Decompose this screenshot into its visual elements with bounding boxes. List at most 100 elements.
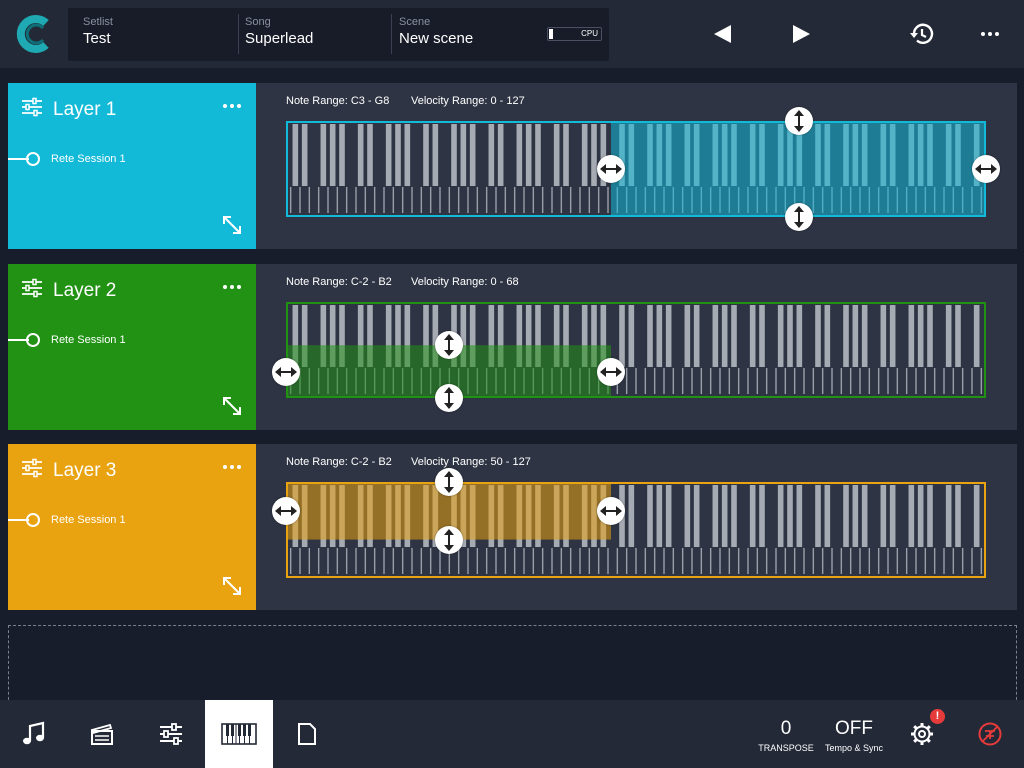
- velocity-high-handle[interactable]: [434, 331, 463, 360]
- add-layer-slot[interactable]: [8, 625, 1017, 705]
- expand-icon[interactable]: [221, 214, 243, 236]
- black-key: [787, 485, 793, 547]
- velocity-range-label: Velocity Range: 0 - 68: [411, 276, 519, 288]
- velocity-high-handle[interactable]: [784, 107, 813, 135]
- previous-icon: [714, 25, 731, 43]
- layer-card[interactable]: Layer 1 Rete Session 1: [8, 83, 256, 249]
- app-logo-icon[interactable]: [16, 14, 54, 54]
- black-key: [497, 124, 504, 186]
- bottom-bar: 0 TRANSPOSE OFF Tempo & Sync: [0, 700, 1024, 768]
- song-value: Superlead: [245, 30, 314, 47]
- black-key: [712, 485, 719, 547]
- black-key: [945, 485, 952, 547]
- cpu-label: CPU: [581, 29, 598, 38]
- panic-button[interactable]: [956, 700, 1024, 768]
- piano-keyboard: [286, 482, 986, 578]
- velocity-high-handle[interactable]: [434, 468, 463, 496]
- black-key: [656, 305, 663, 367]
- note-range-low-handle[interactable]: [597, 155, 625, 183]
- layer-more-icon[interactable]: [220, 97, 244, 115]
- black-key: [628, 485, 635, 547]
- scene-field[interactable]: Scene New scene: [399, 16, 473, 48]
- velocity-low-handle[interactable]: [434, 384, 463, 412]
- horizontal-resize-icon: [275, 505, 297, 516]
- layer-more-icon[interactable]: [220, 458, 244, 476]
- black-key: [759, 305, 765, 367]
- keyboard-range[interactable]: [286, 121, 986, 217]
- black-key: [628, 305, 635, 367]
- horizontal-resize-icon: [275, 366, 297, 377]
- velocity-low-handle[interactable]: [784, 203, 813, 231]
- tab-scenes[interactable]: [68, 700, 136, 768]
- note-range-high-handle[interactable]: [597, 357, 625, 386]
- black-key: [712, 305, 719, 367]
- transpose-value: 0: [780, 718, 792, 739]
- layer-more-icon[interactable]: [220, 278, 244, 296]
- music-note-icon: [23, 721, 45, 745]
- more-button[interactable]: [970, 14, 1010, 54]
- black-key: [320, 124, 327, 186]
- black-key: [796, 305, 803, 367]
- vertical-resize-icon: [443, 471, 454, 493]
- settings-button[interactable]: [888, 700, 956, 768]
- expand-icon[interactable]: [221, 395, 243, 417]
- black-key: [824, 485, 831, 547]
- layer-settings-icon[interactable]: [22, 458, 42, 478]
- black-key: [927, 485, 933, 547]
- black-key: [367, 124, 373, 186]
- history-button[interactable]: [902, 14, 942, 54]
- black-key: [880, 305, 887, 367]
- tab-music[interactable]: [0, 700, 68, 768]
- black-key: [581, 124, 588, 186]
- layer-settings-icon[interactable]: [22, 278, 42, 298]
- note-range-label: Note Range: C3 - G8: [286, 95, 390, 107]
- black-key: [684, 305, 691, 367]
- tab-keyboard[interactable]: [205, 700, 273, 768]
- transpose-control[interactable]: 0 TRANSPOSE: [755, 718, 817, 754]
- black-key: [731, 305, 737, 367]
- song-field[interactable]: Song Superlead: [245, 16, 313, 48]
- layer-connection-knob[interactable]: [26, 333, 40, 347]
- note-range-high-handle[interactable]: [972, 155, 1000, 183]
- black-key: [693, 485, 700, 547]
- black-key: [432, 124, 439, 186]
- black-key: [339, 124, 345, 186]
- black-key: [535, 124, 541, 186]
- setlist-field[interactable]: Setlist Test: [83, 16, 113, 48]
- next-button[interactable]: [782, 14, 822, 54]
- expand-icon[interactable]: [221, 575, 243, 597]
- note-range-high-handle[interactable]: [597, 496, 625, 525]
- tempo-sync-value: OFF: [835, 718, 873, 739]
- note-range-low-handle[interactable]: [272, 496, 300, 525]
- cpu-meter: CPU: [547, 27, 602, 41]
- black-key: [721, 305, 728, 367]
- info-panel: Setlist Test Song Superlead Scene New sc…: [68, 8, 609, 61]
- tab-mixer[interactable]: [137, 700, 205, 768]
- black-key: [917, 485, 924, 547]
- note-range-low-handle[interactable]: [272, 357, 300, 386]
- layer-connection-knob[interactable]: [26, 152, 40, 166]
- next-icon: [793, 25, 810, 43]
- setlist-value: Test: [83, 30, 111, 47]
- black-key: [889, 305, 896, 367]
- previous-button[interactable]: [702, 14, 742, 54]
- keyboard-range[interactable]: [286, 302, 986, 398]
- layer-settings-icon[interactable]: [22, 97, 42, 117]
- tab-document[interactable]: [273, 700, 341, 768]
- black-key: [796, 485, 803, 547]
- black-key: [824, 305, 831, 367]
- black-key: [749, 485, 756, 547]
- layer-session-label: Rete Session 1: [51, 334, 126, 346]
- black-key: [516, 124, 523, 186]
- tempo-sync-control[interactable]: OFF Tempo & Sync: [822, 718, 886, 754]
- layer-connection-knob[interactable]: [26, 513, 40, 527]
- black-key: [451, 124, 457, 186]
- layer-card[interactable]: Layer 3 Rete Session 1: [8, 444, 256, 610]
- layer-title: Layer 1: [53, 99, 117, 120]
- black-key: [665, 305, 672, 367]
- key-zone-panel: Note Range: C3 - G8 Velocity Range: 0 - …: [256, 83, 1017, 249]
- velocity-low-handle[interactable]: [434, 525, 463, 554]
- keyboard-range[interactable]: [286, 482, 986, 578]
- layer-card[interactable]: Layer 2 Rete Session 1: [8, 264, 256, 430]
- settings-alert-badge: !: [930, 709, 945, 724]
